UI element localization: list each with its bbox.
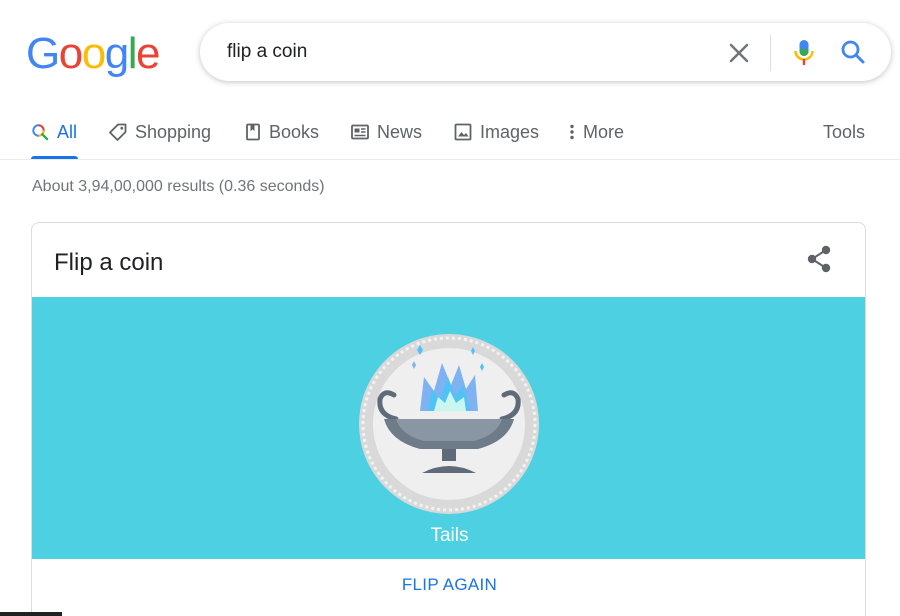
tab-books[interactable]: Books (245, 121, 319, 143)
search-box[interactable]: flip a coin (200, 23, 891, 81)
logo-letter: G (26, 29, 60, 78)
bottom-scroll-indicator (0, 612, 62, 616)
tab-news[interactable]: News (351, 121, 422, 143)
tag-icon (109, 123, 127, 141)
coin-flip-card: Flip a coin Tails FLIP AGAIN (31, 222, 866, 616)
search-divider (770, 35, 771, 71)
logo-letter: l (127, 29, 138, 78)
tab-label: Shopping (135, 121, 212, 142)
logo-letter: g (104, 29, 129, 78)
tab-label: News (377, 121, 423, 142)
coin-display-area: Tails (32, 297, 865, 559)
logo-letter: o (81, 29, 106, 78)
tabs-divider (0, 159, 900, 160)
microphone-icon[interactable] (792, 38, 816, 68)
close-icon[interactable] (726, 40, 752, 66)
tab-label: Books (269, 121, 320, 142)
logo-letter: o (58, 29, 83, 78)
flip-again-button[interactable]: FLIP AGAIN (32, 575, 865, 595)
tab-label: Images (480, 121, 540, 142)
result-stats: About 3,94,00,000 results (0.36 seconds) (32, 178, 325, 195)
logo-letter: e (135, 29, 160, 78)
search-icon (32, 124, 49, 141)
tab-label: All (57, 121, 78, 142)
tools-button[interactable]: Tools (823, 121, 865, 143)
search-icon[interactable] (840, 39, 866, 65)
more-vert-icon (570, 124, 574, 140)
tab-more[interactable]: More (569, 121, 624, 143)
book-icon (246, 123, 260, 141)
search-input[interactable]: flip a coin (227, 41, 307, 63)
coin-result-label: Tails (430, 525, 469, 546)
tab-shopping[interactable]: Shopping (109, 121, 211, 143)
google-logo[interactable]: Google (26, 29, 160, 78)
tools-label: Tools (823, 121, 866, 142)
coin-image[interactable] (358, 333, 540, 515)
card-title: Flip a coin (54, 249, 164, 276)
search-tabs: All Shopping Books News Images More Tool… (0, 113, 900, 161)
image-icon (454, 123, 472, 141)
tab-label: More (583, 121, 625, 142)
tab-images[interactable]: Images (454, 121, 539, 143)
share-icon[interactable] (805, 244, 833, 274)
newspaper-icon (351, 124, 369, 140)
tab-all[interactable]: All (31, 121, 77, 143)
